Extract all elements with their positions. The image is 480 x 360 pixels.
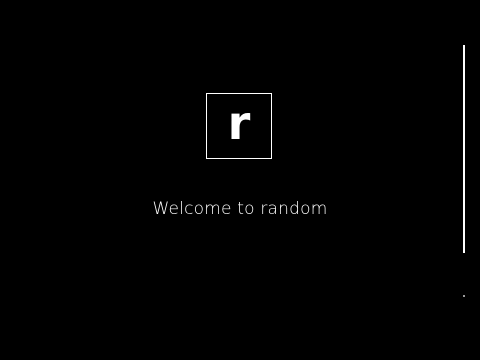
scroll-indicator-dot: [463, 295, 465, 297]
welcome-message: Welcome to random: [152, 199, 328, 219]
splash-screen: r Welcome to random: [0, 0, 480, 360]
app-logo: r: [206, 93, 272, 159]
logo-letter: r: [227, 96, 251, 150]
scrollbar[interactable]: [463, 45, 465, 253]
